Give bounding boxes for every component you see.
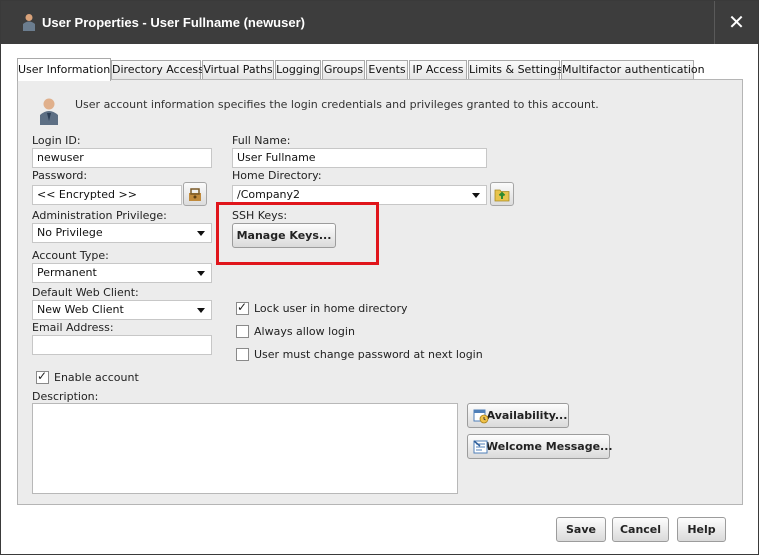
chevron-down-icon <box>472 193 480 198</box>
close-icon: ✕ <box>728 10 745 34</box>
email-input[interactable] <box>32 335 212 355</box>
help-button[interactable]: Help <box>677 517 726 542</box>
login-id-input[interactable]: newuser <box>32 148 212 168</box>
default-web-client-label: Default Web Client: <box>32 286 139 299</box>
always-allow-login-label: Always allow login <box>254 325 355 338</box>
full-name-input[interactable]: User Fullname <box>232 148 487 168</box>
lock-home-checkbox[interactable]: ✓ <box>236 300 249 315</box>
tab-user-information[interactable]: User Information <box>17 58 111 81</box>
tab-directory-access[interactable]: Directory Access <box>111 60 204 80</box>
title-bar: User Properties - User Fullname (newuser… <box>1 1 758 44</box>
description-label: Description: <box>32 390 99 403</box>
password-label: Password: <box>32 169 88 182</box>
folder-up-icon <box>494 189 510 202</box>
chevron-down-icon <box>197 231 205 236</box>
default-web-client-select[interactable]: New Web Client <box>32 300 212 320</box>
account-type-select[interactable]: Permanent <box>32 263 212 283</box>
availability-label: Availability... <box>486 409 568 422</box>
checkmark-icon: ✓ <box>37 369 48 383</box>
enable-account-label: Enable account <box>54 371 139 384</box>
must-change-password-checkbox[interactable] <box>236 348 249 361</box>
home-directory-value: /Company2 <box>237 188 301 201</box>
lock-home-label: Lock user in home directory <box>254 302 408 315</box>
always-allow-login-checkbox[interactable] <box>236 325 249 338</box>
full-name-label: Full Name: <box>232 134 291 147</box>
tab-limits-settings[interactable]: Limits & Settings <box>468 60 563 80</box>
chevron-down-icon <box>197 271 205 276</box>
window-title: User Properties - User Fullname (newuser… <box>42 15 305 30</box>
tab-multifactor-authentication[interactable]: Multifactor authentication <box>561 60 705 80</box>
cancel-button[interactable]: Cancel <box>612 517 669 542</box>
admin-privilege-label: Administration Privilege: <box>32 209 167 222</box>
user-info-icon <box>40 98 58 125</box>
browse-home-directory-button[interactable] <box>490 182 514 206</box>
message-icon <box>473 440 488 454</box>
password-input[interactable]: << Encrypted >> <box>32 185 182 205</box>
admin-privilege-value: No Privilege <box>37 226 103 239</box>
account-type-value: Permanent <box>37 266 97 279</box>
checkmark-icon: ✓ <box>237 300 248 314</box>
set-password-button[interactable] <box>183 182 207 206</box>
welcome-message-button[interactable]: Welcome Message... <box>467 434 613 459</box>
home-directory-label: Home Directory: <box>232 169 322 182</box>
tab-logging[interactable]: Logging <box>275 60 321 80</box>
login-id-label: Login ID: <box>32 134 81 147</box>
account-type-label: Account Type: <box>32 249 109 262</box>
availability-button[interactable]: Availability... <box>467 403 569 428</box>
description-textarea[interactable] <box>32 403 458 494</box>
save-button[interactable]: Save <box>556 517 606 542</box>
chevron-down-icon <box>197 308 205 313</box>
tab-virtual-paths[interactable]: Virtual Paths <box>202 60 274 80</box>
key-icon <box>189 188 201 201</box>
welcome-message-label: Welcome Message... <box>486 440 613 453</box>
admin-privilege-select[interactable]: No Privilege <box>32 223 212 243</box>
tab-groups[interactable]: Groups <box>322 60 365 80</box>
close-button[interactable]: ✕ <box>714 1 758 44</box>
calendar-clock-icon <box>473 409 489 424</box>
tab-ip-access[interactable]: IP Access <box>409 60 467 80</box>
tab-events[interactable]: Events <box>366 60 408 80</box>
highlight-box <box>216 202 379 265</box>
must-change-password-label: User must change password at next login <box>254 348 483 361</box>
user-icon <box>23 14 35 31</box>
enable-account-checkbox[interactable]: ✓ <box>36 369 49 384</box>
user-properties-dialog: User Properties - User Fullname (newuser… <box>0 0 759 555</box>
info-text: User account information specifies the l… <box>75 98 599 111</box>
default-web-client-value: New Web Client <box>37 303 124 316</box>
email-label: Email Address: <box>32 321 114 334</box>
